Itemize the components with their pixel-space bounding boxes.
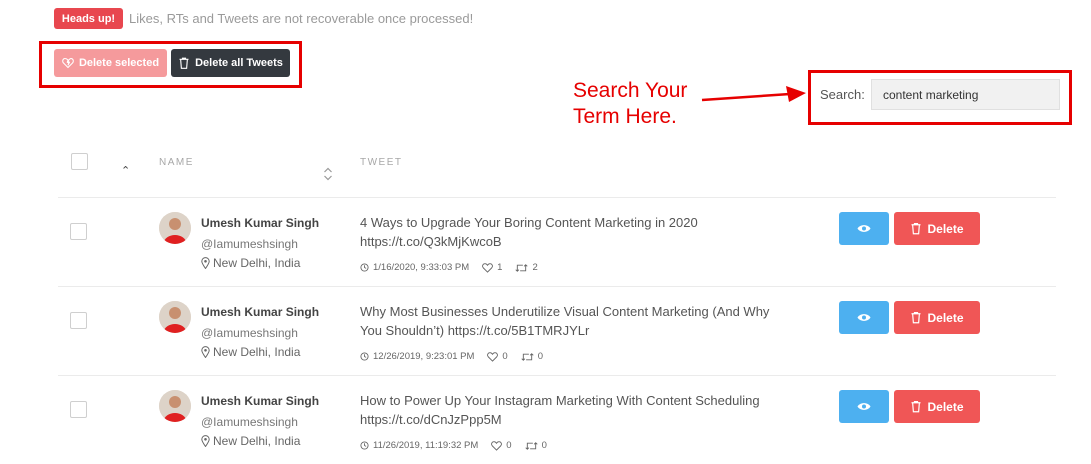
sort-icon[interactable] — [323, 167, 333, 181]
user-handle[interactable]: @Iamumeshsingh — [201, 415, 298, 429]
trash-icon — [911, 223, 921, 235]
heart-icon — [487, 351, 499, 362]
view-button[interactable] — [839, 301, 889, 334]
avatar — [159, 301, 191, 333]
tweet-text: 4 Ways to Upgrade Your Boring Content Ma… — [360, 213, 810, 251]
search-input[interactable] — [871, 79, 1060, 110]
row-checkbox[interactable] — [70, 401, 87, 418]
tweet-meta: 12/26/2019, 9:23:01 PM 0 0 — [360, 351, 556, 362]
broken-heart-icon — [62, 57, 74, 69]
annotation-arrow-icon — [701, 86, 806, 102]
retweet-icon — [521, 352, 534, 361]
like-count: 0 — [506, 440, 512, 451]
divider — [58, 286, 1056, 287]
location-pin-icon — [201, 257, 210, 269]
view-button[interactable] — [839, 390, 889, 423]
row-checkbox[interactable] — [70, 223, 87, 240]
tweet-text: How to Power Up Your Instagram Marketing… — [360, 391, 810, 429]
like-count: 1 — [497, 262, 503, 273]
retweet-icon — [515, 263, 529, 272]
trash-icon — [179, 57, 189, 69]
tweet-meta: 11/26/2019, 11:19:32 PM 0 0 — [360, 440, 560, 451]
annotation-line-1: Search Your — [573, 79, 688, 102]
tweet-text-line[interactable]: You Shouldn’t) https://t.co/5B1TMRJYLr — [360, 321, 810, 340]
search-label: Search: — [820, 87, 865, 102]
like-count: 0 — [502, 351, 508, 362]
delete-selected-button[interactable]: Delete selected — [54, 49, 167, 77]
delete-all-button[interactable]: Delete all Tweets — [171, 49, 290, 77]
tweet-text-line: 4 Ways to Upgrade Your Boring Content Ma… — [360, 215, 698, 230]
avatar — [159, 390, 191, 422]
eye-icon — [857, 225, 871, 232]
delete-all-label: Delete all Tweets — [195, 57, 283, 69]
delete-label: Delete — [927, 310, 964, 325]
retweet-count: 0 — [537, 351, 544, 362]
annotation-line-2: Term Here. — [573, 105, 677, 128]
view-button[interactable] — [839, 212, 889, 245]
row-checkbox[interactable] — [70, 312, 87, 329]
retweet-count: 2 — [532, 262, 538, 273]
column-header-tweet: TWEET — [360, 157, 403, 168]
user-name: Umesh Kumar Singh — [201, 216, 320, 230]
tweet-text-line[interactable]: https://t.co/dCnJzPpp5M — [360, 410, 810, 429]
sort-up-icon[interactable]: ⌃ — [121, 164, 130, 177]
delete-button[interactable]: Delete — [894, 390, 980, 423]
user-location: New Delhi, India — [201, 345, 300, 359]
tweet-date: 1/16/2020, 9:33:03 PM — [373, 262, 470, 273]
tweet-text: Why Most Businesses Underutilize Visual … — [360, 302, 810, 340]
heart-icon — [482, 262, 494, 273]
location-pin-icon — [201, 346, 210, 358]
user-location-label: New Delhi, India — [213, 434, 301, 448]
user-name: Umesh Kumar Singh — [201, 305, 320, 319]
delete-button[interactable]: Delete — [894, 301, 980, 334]
annotation-text: Search Your Term Here. — [573, 78, 687, 130]
trash-icon — [911, 312, 921, 324]
notice-text: Likes, RTs and Tweets are not recoverabl… — [129, 11, 474, 26]
divider — [58, 197, 1056, 198]
user-handle[interactable]: @Iamumeshsingh — [201, 237, 298, 251]
tweet-date: 11/26/2019, 11:19:32 PM — [373, 440, 479, 451]
tweet-text-line[interactable]: https://t.co/Q3kMjKwcoB — [360, 232, 810, 251]
eye-icon — [857, 314, 871, 321]
select-all-checkbox[interactable] — [71, 153, 88, 170]
user-location-label: New Delhi, India — [213, 345, 301, 359]
user-location: New Delhi, India — [201, 256, 300, 270]
delete-selected-label: Delete selected — [78, 57, 160, 69]
heart-icon — [491, 440, 503, 451]
tweet-date: 12/26/2019, 9:23:01 PM — [373, 351, 475, 362]
tweet-text-line: Why Most Businesses Underutilize Visual … — [360, 304, 770, 319]
tweet-meta: 1/16/2020, 9:33:03 PM 1 2 — [360, 262, 551, 273]
heads-up-badge: Heads up! — [54, 8, 123, 29]
clock-icon — [360, 441, 369, 450]
eye-icon — [857, 403, 871, 410]
trash-icon — [911, 401, 921, 413]
avatar — [159, 212, 191, 244]
clock-icon — [360, 352, 369, 361]
user-location-label: New Delhi, India — [213, 256, 301, 270]
tweet-text-line: How to Power Up Your Instagram Marketing… — [360, 393, 760, 408]
user-name: Umesh Kumar Singh — [201, 394, 320, 408]
delete-label: Delete — [927, 399, 964, 414]
user-handle[interactable]: @Iamumeshsingh — [201, 326, 298, 340]
user-location: New Delhi, India — [201, 434, 300, 448]
location-pin-icon — [201, 435, 210, 447]
divider — [58, 375, 1056, 376]
delete-button[interactable]: Delete — [894, 212, 980, 245]
column-header-name[interactable]: NAME — [159, 157, 194, 168]
retweet-count: 0 — [541, 440, 547, 451]
retweet-icon — [525, 441, 538, 450]
delete-label: Delete — [927, 221, 964, 236]
clock-icon — [360, 263, 369, 272]
